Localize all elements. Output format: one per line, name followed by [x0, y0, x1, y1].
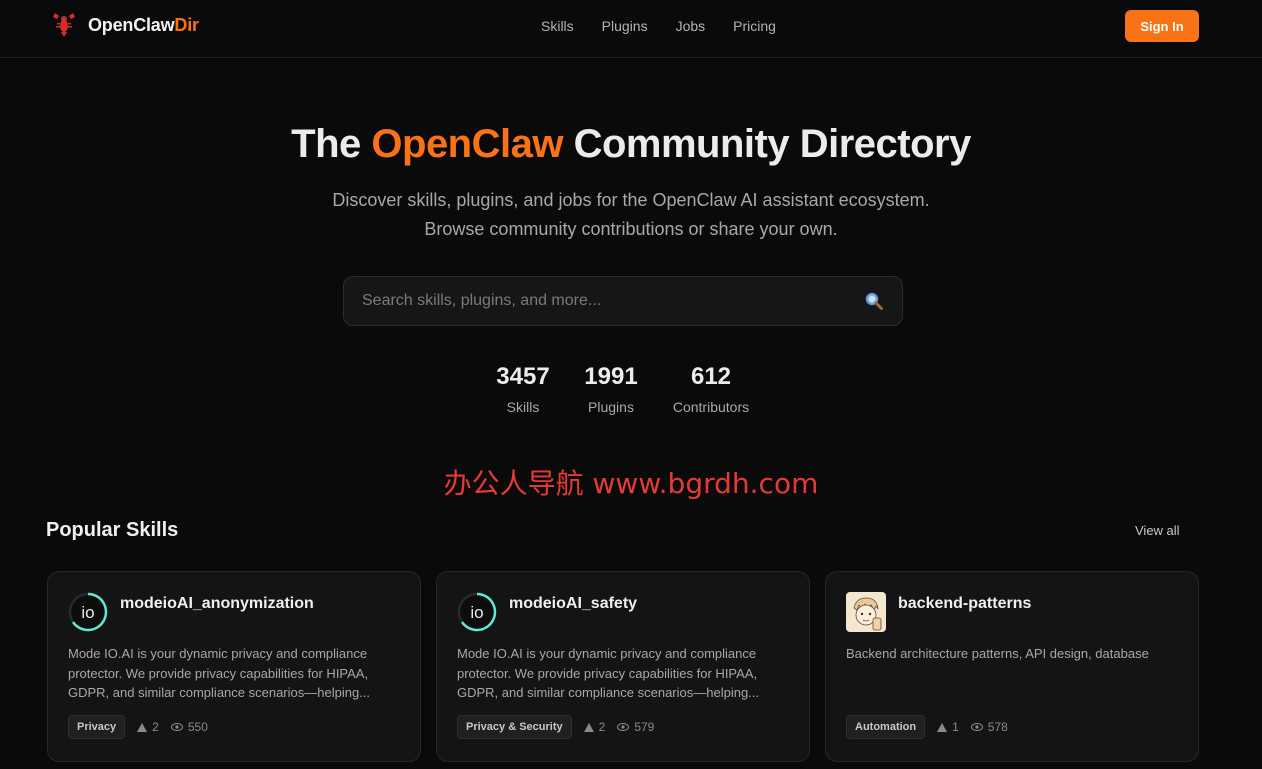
stat-label: Contributors [672, 399, 750, 415]
skill-name[interactable]: modeioAI_safety [509, 595, 637, 613]
stat-contributors: 612 Contributors [656, 363, 766, 415]
nav-link-skills[interactable]: Skills [541, 18, 574, 34]
upvote-icon [937, 722, 948, 732]
skill-description: Backend architecture patterns, API desig… [846, 646, 1149, 661]
eye-icon [617, 723, 630, 731]
skill-description: Mode IO.AI is your dynamic privacy and c… [457, 646, 760, 700]
view-all-link[interactable]: View all [1135, 523, 1180, 538]
category-tag[interactable]: Privacy [68, 715, 126, 739]
nav-link-pricing[interactable]: Pricing [733, 18, 776, 34]
hero-subtitle: Discover skills, plugins, and jobs for t… [332, 190, 930, 239]
search-box [343, 276, 903, 326]
skill-card[interactable]: io modeioAI_anonymization Mode IO.AI is … [47, 571, 421, 762]
lobster-icon [53, 13, 75, 37]
skill-meta: Privacy & Security 2 579 [457, 715, 654, 739]
upvote-count[interactable]: 2 [583, 720, 605, 734]
brand-name: OpenClawDir [88, 14, 199, 35]
upvote-icon [583, 722, 594, 732]
stat-value: 612 [690, 363, 732, 390]
category-tag[interactable]: Privacy & Security [457, 715, 572, 739]
skill-meta: Automation 1 578 [846, 715, 1008, 739]
nav-link-plugins[interactable]: Plugins [602, 18, 648, 34]
cartoon-avatar-icon [846, 592, 886, 632]
skill-name[interactable]: backend-patterns [898, 595, 1031, 613]
skill-meta: Privacy 2 550 [68, 715, 208, 739]
top-nav: OpenClawDir Skills Plugins Jobs Pricing … [0, 0, 1262, 58]
eye-icon [170, 723, 183, 731]
sign-in-button[interactable]: Sign In [1125, 10, 1199, 42]
section-title: Popular Skills [46, 519, 179, 541]
skill-name[interactable]: modeioAI_anonymization [120, 595, 314, 613]
upvote-count[interactable]: 2 [137, 720, 159, 734]
svg-text:io: io [81, 603, 94, 622]
watermark-text: 办公人导航 www.bgrdh.com [443, 467, 819, 500]
skill-card[interactable]: backend-patterns Backend architecture pa… [825, 571, 1199, 762]
eye-icon [970, 723, 983, 731]
stat-label: Plugins [588, 399, 634, 415]
main-nav: Skills Plugins Jobs Pricing [541, 18, 776, 34]
upvote-icon [137, 722, 148, 732]
search-input[interactable] [362, 277, 862, 325]
stat-value: 1991 [584, 363, 638, 390]
view-count: 550 [170, 720, 208, 734]
category-tag[interactable]: Automation [846, 715, 926, 739]
svg-text:io: io [470, 603, 483, 622]
upvote-count[interactable]: 1 [937, 720, 959, 734]
view-count: 578 [970, 720, 1008, 734]
stat-plugins: 1991 Plugins [556, 363, 666, 415]
nav-link-jobs[interactable]: Jobs [676, 18, 706, 34]
brand-logo[interactable]: OpenClawDir [50, 11, 199, 39]
io-avatar-icon: io [68, 592, 108, 632]
hero-title: The OpenClaw Community Directory [291, 122, 971, 166]
search-icon[interactable] [864, 291, 884, 311]
skill-card[interactable]: io modeioAI_safety Mode IO.AI is your dy… [436, 571, 810, 762]
io-avatar-icon: io [457, 592, 497, 632]
skill-description: Mode IO.AI is your dynamic privacy and c… [68, 646, 371, 700]
view-count: 579 [617, 720, 654, 734]
